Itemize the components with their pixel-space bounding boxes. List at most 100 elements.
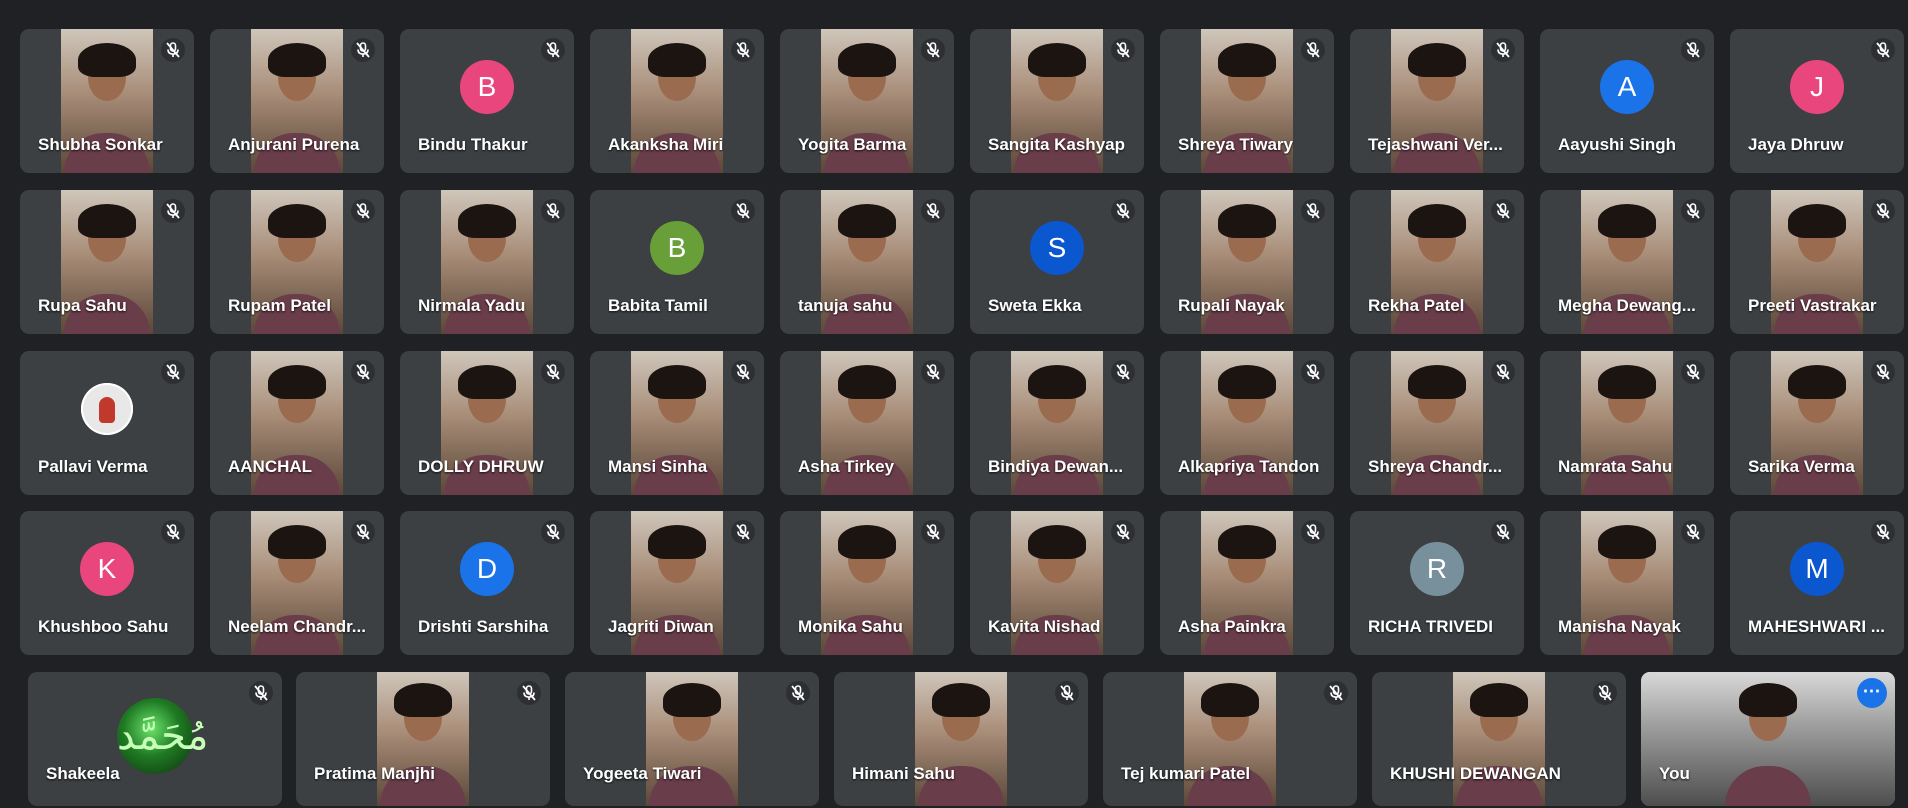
participant-tile[interactable]: Akanksha Miri	[590, 29, 764, 173]
participant-name: Khushboo Sahu	[38, 617, 169, 636]
participant-tile[interactable]: Shreya Tiwary	[1160, 29, 1334, 173]
participant-tile[interactable]: Tej kumari Patel	[1103, 672, 1357, 806]
face-silhouette	[1788, 364, 1846, 423]
participant-tile[interactable]: Preeti Vastrakar	[1730, 190, 1904, 334]
participant-tile[interactable]: Rupa Sahu	[20, 190, 194, 334]
participant-name: Pallavi Verma	[38, 457, 148, 476]
participant-name: Manisha Nayak	[1558, 617, 1681, 636]
participant-tile[interactable]: AANCHAL	[210, 351, 384, 495]
participant-tile[interactable]: Shubha Sonkar	[20, 29, 194, 173]
face-silhouette	[1408, 203, 1466, 262]
face-silhouette	[1218, 364, 1276, 423]
participant-name: Preeti Vastrakar	[1748, 296, 1877, 315]
participant-name: Drishti Sarshiha	[418, 617, 549, 636]
microphone-off-glyph	[522, 685, 536, 701]
participant-tile[interactable]: A Aayushi Singh	[1540, 29, 1714, 173]
microphone-off-icon	[1491, 38, 1515, 62]
microphone-off-glyph	[1116, 524, 1130, 540]
participant-name: KHUSHI DEWANGAN	[1390, 764, 1561, 783]
avatar-initial: K	[80, 541, 134, 596]
microphone-off-icon	[1491, 360, 1515, 384]
participant-name: RICHA TRIVEDI	[1368, 617, 1493, 636]
microphone-off-glyph	[1876, 42, 1890, 58]
face-silhouette	[1028, 364, 1086, 423]
microphone-off-glyph	[1306, 203, 1320, 219]
face-silhouette	[1598, 524, 1656, 583]
participant-tile[interactable]: Jagriti Diwan	[590, 511, 764, 655]
participant-tile[interactable]: B Babita Tamil	[590, 190, 764, 334]
participant-tile[interactable]: Megha Dewang...	[1540, 190, 1714, 334]
participant-tile[interactable]: Mansi Sinha	[590, 351, 764, 495]
microphone-off-glyph	[1329, 685, 1343, 701]
microphone-off-glyph	[736, 203, 750, 219]
microphone-off-icon	[1681, 520, 1705, 544]
participant-name: Shreya Chandr...	[1368, 457, 1503, 476]
avatar-initial: R	[1410, 541, 1464, 596]
microphone-off-icon	[1871, 520, 1895, 544]
participant-tile[interactable]: Tejashwani Ver...	[1350, 29, 1524, 173]
participant-tile[interactable]: Manisha Nayak	[1540, 511, 1714, 655]
participant-tile[interactable]: Yogita Barma	[780, 29, 954, 173]
face-silhouette	[663, 682, 721, 741]
participant-tile[interactable]: Bindiya Dewan...	[970, 351, 1144, 495]
participant-tile[interactable]: S Sweta Ekka	[970, 190, 1144, 334]
participant-tile[interactable]: Shreya Chandr...	[1350, 351, 1524, 495]
participant-tile[interactable]: J Jaya Dhruw	[1730, 29, 1904, 173]
face-silhouette	[648, 364, 706, 423]
microphone-off-icon	[1681, 38, 1705, 62]
avatar-emblem-icon: مُحَمَّد	[117, 698, 208, 775]
microphone-off-glyph	[926, 524, 940, 540]
participant-tile[interactable]: R RICHA TRIVEDI	[1350, 511, 1524, 655]
face-silhouette	[1598, 203, 1656, 262]
self-tile[interactable]: ⋯ You	[1641, 672, 1895, 806]
participant-tile[interactable]: Pratima Manjhi	[296, 672, 550, 806]
microphone-off-icon	[1301, 199, 1325, 223]
participant-tile[interactable]: Namrata Sahu	[1540, 351, 1714, 495]
participant-tile[interactable]: مُحَمَّد Shakeela	[28, 672, 282, 806]
participant-tile[interactable]: Pallavi Verma	[20, 351, 194, 495]
microphone-off-icon	[541, 38, 565, 62]
participant-tile[interactable]: B Bindu Thakur	[400, 29, 574, 173]
microphone-off-glyph	[1116, 364, 1130, 380]
microphone-off-glyph	[356, 203, 370, 219]
participant-name: Megha Dewang...	[1558, 296, 1696, 315]
participant-tile[interactable]: Rupali Nayak	[1160, 190, 1334, 334]
microphone-off-glyph	[1686, 42, 1700, 58]
participant-tile[interactable]: Anjurani Purena	[210, 29, 384, 173]
microphone-off-glyph	[356, 524, 370, 540]
participant-tile[interactable]: Monika Sahu	[780, 511, 954, 655]
participant-tile[interactable]: K Khushboo Sahu	[20, 511, 194, 655]
participant-tile[interactable]: DOLLY DHRUW	[400, 351, 574, 495]
participant-tile[interactable]: Rupam Patel	[210, 190, 384, 334]
participant-tile[interactable]: Yogeeta Tiwari	[565, 672, 819, 806]
participant-tile[interactable]: Himani Sahu	[834, 672, 1088, 806]
microphone-off-icon	[921, 199, 945, 223]
participant-tile[interactable]: Sarika Verma	[1730, 351, 1904, 495]
microphone-off-icon	[1324, 681, 1348, 705]
face-silhouette	[648, 42, 706, 101]
participant-tile[interactable]: Nirmala Yadu	[400, 190, 574, 334]
microphone-off-glyph	[1306, 42, 1320, 58]
participant-tile[interactable]: M MAHESHWARI ...	[1730, 511, 1904, 655]
avatar-initial: B	[460, 59, 514, 114]
participant-tile[interactable]: Asha Painkra	[1160, 511, 1334, 655]
participant-tile[interactable]: Alkapriya Tandon	[1160, 351, 1334, 495]
face-silhouette	[648, 524, 706, 583]
microphone-off-icon	[1871, 38, 1895, 62]
participant-tile[interactable]: KHUSHI DEWANGAN	[1372, 672, 1626, 806]
participant-tile[interactable]: Rekha Patel	[1350, 190, 1524, 334]
participant-tile[interactable]: Sangita Kashyap	[970, 29, 1144, 173]
participant-tile[interactable]: tanuja sahu	[780, 190, 954, 334]
microphone-off-glyph	[1496, 42, 1510, 58]
participant-tile[interactable]: Kavita Nishad	[970, 511, 1144, 655]
microphone-off-glyph	[166, 524, 180, 540]
more-options-icon[interactable]: ⋯	[1857, 678, 1887, 708]
participant-name: Rupali Nayak	[1178, 296, 1285, 315]
participant-tile[interactable]: D Drishti Sarshiha	[400, 511, 574, 655]
avatar-initial: B	[650, 220, 704, 275]
microphone-off-glyph	[1496, 364, 1510, 380]
participant-tile[interactable]: Asha Tirkey	[780, 351, 954, 495]
face-silhouette	[1218, 42, 1276, 101]
microphone-off-icon	[731, 199, 755, 223]
participant-tile[interactable]: Neelam Chandr...	[210, 511, 384, 655]
